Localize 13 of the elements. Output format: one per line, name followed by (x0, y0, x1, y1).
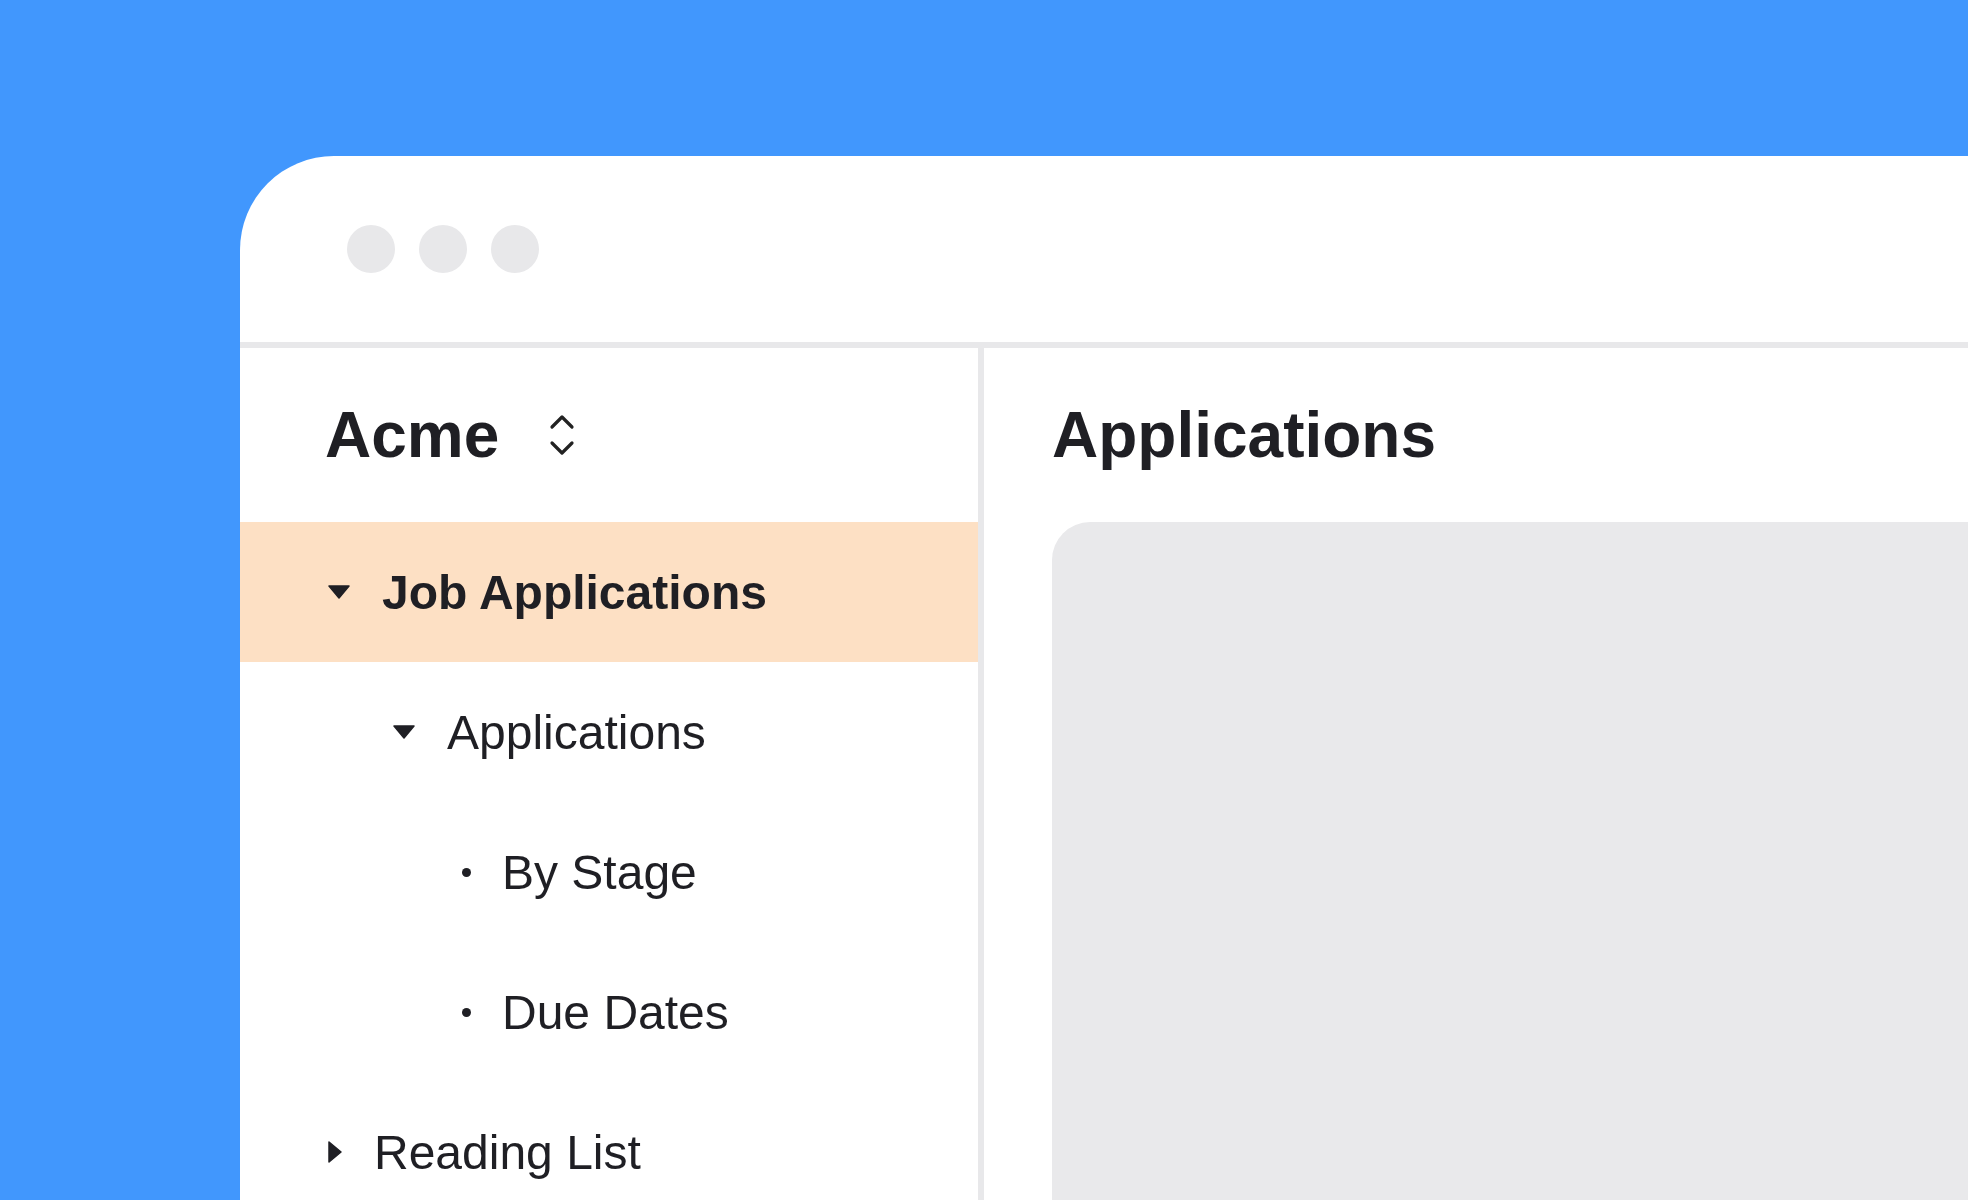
tree-item[interactable]: Applications (240, 662, 978, 802)
tree-item[interactable]: Reading List (240, 1082, 978, 1200)
caret-right-icon[interactable] (328, 1141, 342, 1163)
caret-down-icon[interactable] (393, 725, 415, 739)
tree-item[interactable]: By Stage (240, 802, 978, 942)
bullet-icon (462, 867, 471, 877)
workspace-name: Acme (325, 398, 500, 472)
bullet-icon (462, 1007, 471, 1017)
tree-item[interactable]: Due Dates (240, 942, 978, 1082)
page-title: Applications (1052, 398, 1437, 472)
switcher-chevrons-icon[interactable] (549, 413, 576, 457)
tree-item[interactable]: Job Applications (240, 522, 978, 662)
caret-down-icon[interactable] (328, 585, 350, 599)
